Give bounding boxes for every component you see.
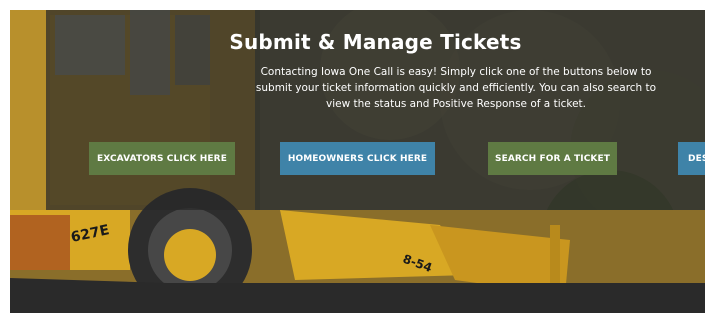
cab-number-label: 627E [70, 222, 111, 246]
arm-number-label: 8-54 [401, 252, 434, 275]
hero-section: Submit & Manage Tickets Contacting Iowa … [10, 10, 705, 313]
machine-labels: 627E 8-54 [70, 222, 434, 275]
